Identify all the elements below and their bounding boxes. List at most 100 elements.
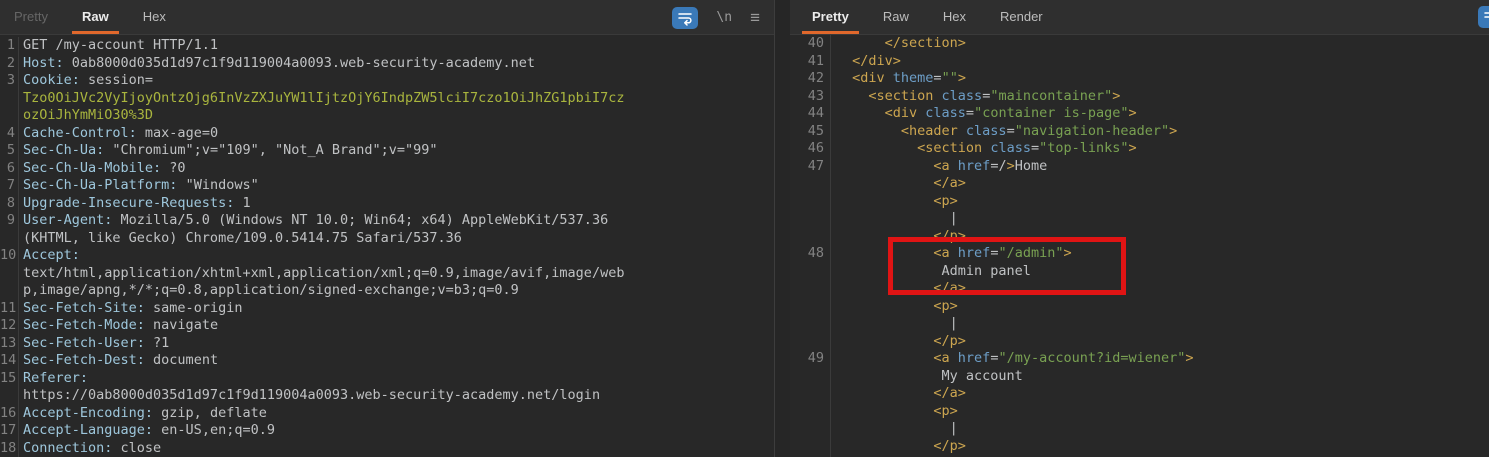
line-number: 4 xyxy=(0,124,19,142)
code-line: 1 GET /my-account HTTP/1.1 xyxy=(0,37,774,55)
code-text: Accept-Encoding: gzip, deflate xyxy=(23,404,267,421)
request-tabs: Pretty Raw Hex xyxy=(4,0,190,34)
line-number: 15 xyxy=(0,369,19,387)
line-number: 12 xyxy=(0,317,19,335)
response-tab-bar: Pretty Raw Hex Render xyxy=(790,0,1489,35)
code-text: https://0ab8000d035d1d97c1f9d119004a0093… xyxy=(23,387,601,403)
code-line: 44 <div class="container is-page"> xyxy=(790,105,1489,123)
line-number xyxy=(790,262,831,280)
code-line: 18 Connection: close xyxy=(0,439,774,457)
code-line: 14 Sec-Fetch-Dest: document xyxy=(0,352,774,370)
line-number xyxy=(790,315,831,333)
line-number xyxy=(790,192,831,210)
line-number: 6 xyxy=(0,159,19,177)
line-number xyxy=(0,264,19,282)
line-number xyxy=(790,385,831,403)
code-line: 49 <a href="/my-account?id=wiener"> xyxy=(790,350,1489,368)
code-line: 47 <a href=/>Home xyxy=(790,157,1489,175)
code-line: <p> xyxy=(790,192,1489,210)
code-text: | xyxy=(844,420,958,436)
code-line: 16 Accept-Encoding: gzip, deflate xyxy=(0,404,774,422)
line-number: 16 xyxy=(0,404,19,422)
code-text: | xyxy=(844,210,958,226)
code-text: Referer: xyxy=(23,369,89,386)
code-line: 42 <div theme=""> xyxy=(790,70,1489,88)
line-number: 14 xyxy=(0,352,19,370)
code-text: <div theme=""> xyxy=(844,70,966,86)
request-editor-panel: Pretty Raw Hex \n ≡ 1 GET /my-account HTTP/… xyxy=(0,0,775,457)
request-code-area[interactable]: 1 GET /my-account HTTP/1.1 2 Host: 0ab8000d… xyxy=(0,35,774,457)
request-editor-toolbar: \n ≡ xyxy=(672,0,760,35)
code-line: <p> xyxy=(790,402,1489,420)
code-text: </div> xyxy=(844,52,901,69)
code-line: 15 Referer: xyxy=(0,369,774,387)
line-number: 7 xyxy=(0,177,19,195)
tab-raw[interactable]: Raw xyxy=(873,0,919,34)
code-text: Accept: xyxy=(23,247,80,263)
code-line: p,image/apng,*/*;q=0.8,application/signe… xyxy=(0,282,774,300)
code-line: | xyxy=(790,420,1489,438)
line-number xyxy=(790,332,831,350)
tab-pretty[interactable]: Pretty xyxy=(802,0,859,34)
word-wrap-icon[interactable] xyxy=(672,6,699,29)
code-line: | xyxy=(790,210,1489,228)
code-line: 10 Accept: xyxy=(0,247,774,265)
code-text: Tzo0OiJVc2VyIjoyOntzOjg6InVzZXJuYW1lIjtz… xyxy=(23,89,625,106)
code-line: (KHTML, like Gecko) Chrome/109.0.5414.75… xyxy=(0,229,774,247)
code-text: Cookie: session= xyxy=(23,72,154,88)
code-text: User-Agent: Mozilla/5.0 (Windows NT 10.0… xyxy=(23,212,609,228)
line-number: 10 xyxy=(0,247,19,265)
code-text: <p> xyxy=(844,402,958,419)
line-number: 13 xyxy=(0,334,19,352)
code-line: <p> xyxy=(790,297,1489,315)
code-text: <header class="navigation-header"> xyxy=(844,122,1178,139)
editor-menu-icon[interactable]: ≡ xyxy=(750,9,760,26)
code-line: text/html,application/xhtml+xml,applicat… xyxy=(0,264,774,282)
line-number: 5 xyxy=(0,142,19,160)
code-line: 45 <header class="navigation-header"> xyxy=(790,122,1489,140)
line-number: 48 xyxy=(790,245,831,263)
code-text: Sec-Fetch-User: ?1 xyxy=(23,334,170,351)
tab-hex[interactable]: Hex xyxy=(133,0,176,34)
code-line: 11 Sec-Fetch-Site: same-origin xyxy=(0,299,774,317)
tab-raw[interactable]: Raw xyxy=(71,0,119,34)
code-text: Sec-Ch-Ua-Platform: "Windows" xyxy=(23,177,259,193)
line-number: 45 xyxy=(790,122,831,140)
line-number: 1 xyxy=(0,37,19,55)
line-number xyxy=(0,107,19,125)
code-text: text/html,application/xhtml+xml,applicat… xyxy=(23,264,625,281)
code-text: <p> xyxy=(844,297,958,314)
code-line: 4 Cache-Control: max-age=0 xyxy=(0,124,774,142)
show-newlines-icon[interactable]: \n xyxy=(716,10,732,25)
code-line: ozOiJhYmMiO30%3D xyxy=(0,107,774,125)
tab-render[interactable]: Render xyxy=(990,0,1053,34)
code-text: | xyxy=(844,315,958,331)
line-number: 40 xyxy=(790,35,831,53)
code-text: Upgrade-Insecure-Requests: 1 xyxy=(23,194,251,211)
word-wrap-icon-clipped[interactable] xyxy=(1478,6,1489,28)
tab-hex[interactable]: Hex xyxy=(933,0,976,34)
line-number xyxy=(790,297,831,315)
line-number xyxy=(0,89,19,107)
line-number: 2 xyxy=(0,54,19,72)
line-number xyxy=(790,367,831,385)
code-line: 3 Cookie: session= xyxy=(0,72,774,90)
line-number xyxy=(0,282,19,300)
response-editor-panel: Pretty Raw Hex Render 40 </section> 41 </div… xyxy=(790,0,1489,457)
code-text: Host: 0ab8000d035d1d97c1f9d119004a0093.w… xyxy=(23,54,536,71)
tab-pretty[interactable]: Pretty xyxy=(4,0,58,34)
code-line: My account xyxy=(790,367,1489,385)
code-line: 40 </section> xyxy=(790,35,1489,53)
code-line: </p> xyxy=(790,332,1489,350)
code-line: 2 Host: 0ab8000d035d1d97c1f9d119004a0093.… xyxy=(0,54,774,72)
line-number: 43 xyxy=(790,87,831,105)
code-line: </a> xyxy=(790,175,1489,193)
line-number xyxy=(0,229,19,247)
line-number: 18 xyxy=(0,439,19,457)
line-number: 17 xyxy=(0,422,19,440)
code-line: 46 <section class="top-links"> xyxy=(790,140,1489,158)
code-text: p,image/apng,*/*;q=0.8,application/signe… xyxy=(23,282,519,298)
line-number xyxy=(790,175,831,193)
line-number: 3 xyxy=(0,72,19,90)
code-text: Sec-Ch-Ua: "Chromium";v="109", "Not_A Br… xyxy=(23,142,438,158)
